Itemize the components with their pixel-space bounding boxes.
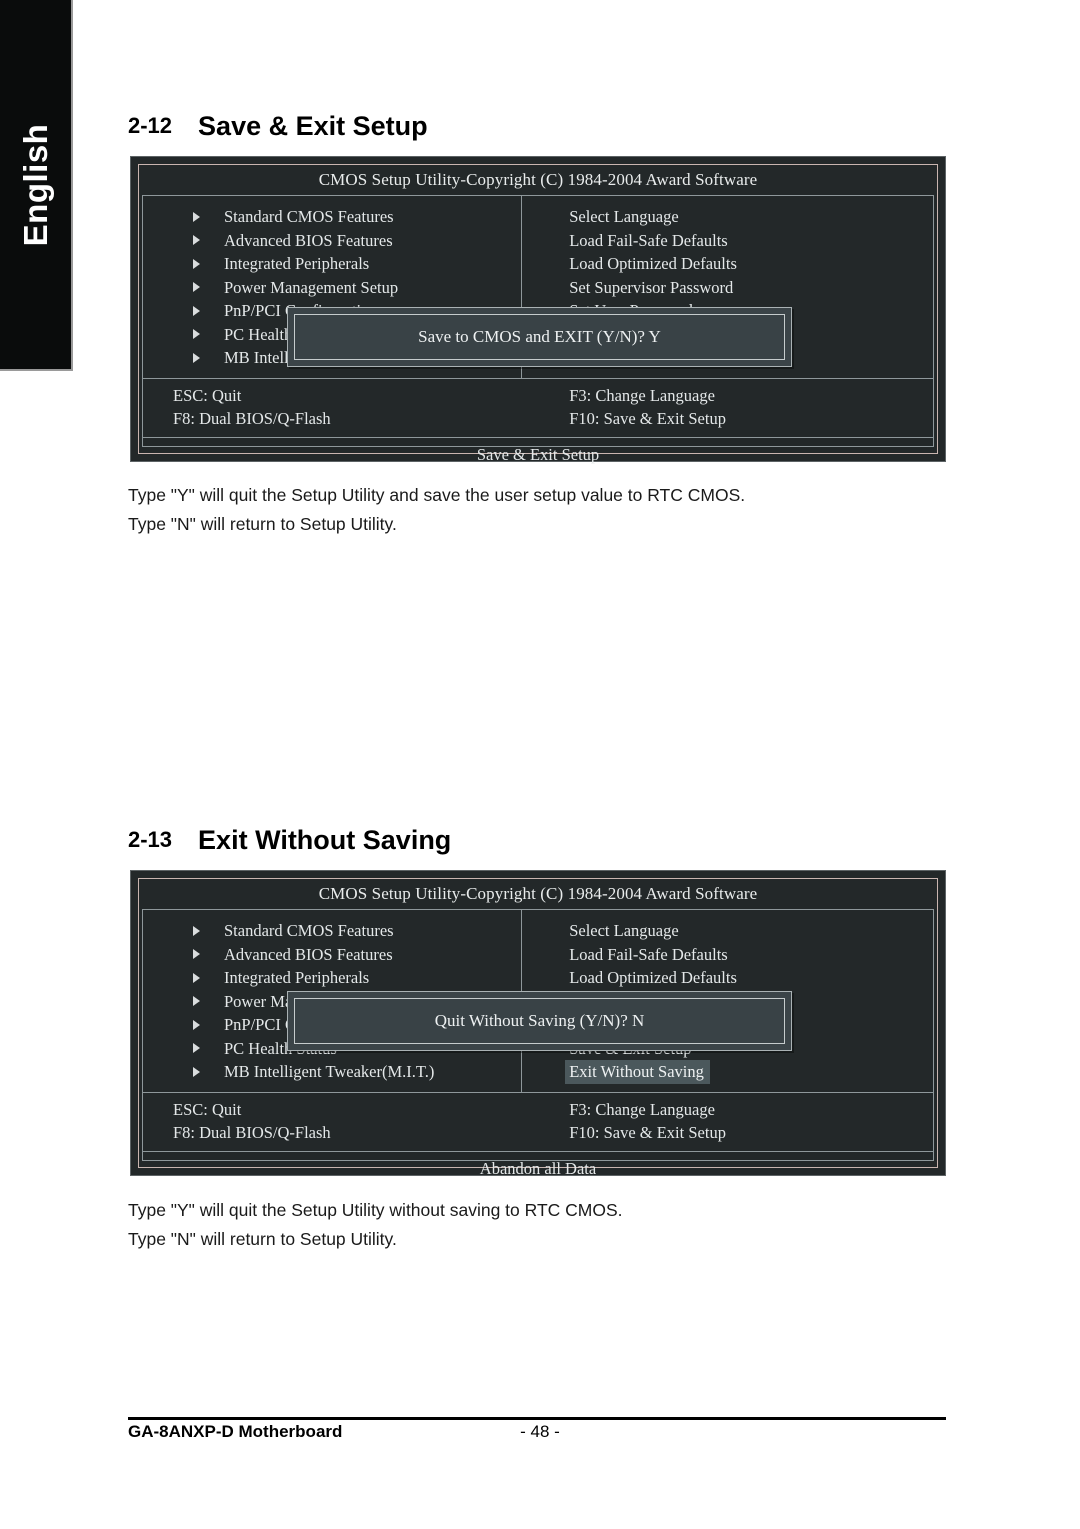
triangle-right-icon — [193, 1019, 200, 1030]
bios-key-legend: ESC: Quit F3: Change Language F8: Dual B… — [143, 1093, 933, 1152]
section-2-12-paragraph-line-2: Type "N" will return to Setup Utility. — [128, 514, 397, 534]
menu-item[interactable]: Load Optimized Defaults — [522, 252, 933, 276]
triangle-right-icon — [193, 1066, 200, 1077]
menu-item-label: Advanced BIOS Features — [224, 944, 393, 964]
menu-item-label: Load Fail-Safe Defaults — [569, 230, 728, 250]
menu-item-label: Exit Without Saving — [565, 1060, 710, 1084]
language-tab-label: English — [16, 123, 54, 246]
menu-item[interactable]: Select Language — [522, 205, 933, 229]
section-number: 2-13 — [128, 827, 173, 852]
menu-item[interactable]: Power Management Setup — [143, 276, 521, 300]
section-heading-2-13: 2-13 Exit Without Saving — [128, 825, 451, 856]
menu-item-label: Power Management Setup — [224, 277, 399, 297]
triangle-right-icon — [193, 305, 200, 316]
triangle-right-icon — [193, 1043, 200, 1054]
key-hint: F3: Change Language — [569, 1099, 715, 1119]
section-title: Save & Exit Setup — [198, 111, 428, 141]
bios-status-bar: Save & Exit Setup — [476, 444, 600, 464]
menu-item-label: Select Language — [569, 921, 679, 940]
menu-item[interactable]: Set Supervisor Password — [522, 276, 933, 300]
bios-screenshot-exit-without-saving: CMOS Setup Utility-Copyright (C) 1984-20… — [130, 870, 946, 1178]
key-hint: F8: Dual BIOS/Q-Flash — [173, 409, 331, 428]
triangle-right-icon — [193, 211, 200, 222]
menu-item[interactable]: Advanced BIOS Features — [143, 229, 521, 253]
menu-item-label: Load Optimized Defaults — [569, 254, 737, 273]
key-hint: F10: Save & Exit Setup — [569, 1123, 726, 1142]
triangle-right-icon — [193, 949, 200, 960]
bios-screenshot-save-exit: CMOS Setup Utility-Copyright (C) 1984-20… — [130, 156, 946, 464]
section-number: 2-12 — [128, 113, 173, 138]
menu-item-label: Set Supervisor Password — [569, 277, 734, 297]
menu-item[interactable]: Select Language — [522, 919, 933, 943]
menu-item[interactable]: Load Fail-Safe Defaults — [522, 943, 933, 967]
key-hint: ESC: Quit — [173, 1099, 242, 1119]
section-heading-2-12: 2-12 Save & Exit Setup — [128, 111, 428, 142]
section-2-13-paragraph-line-1: Type "Y" will quit the Setup Utility wit… — [128, 1200, 623, 1220]
triangle-right-icon — [193, 352, 200, 363]
bios-inner-frame: CMOS Setup Utility-Copyright (C) 1984-20… — [138, 164, 938, 464]
bios-key-legend: ESC: Quit F3: Change Language F8: Dual B… — [143, 379, 933, 438]
menu-item[interactable]: Load Fail-Safe Defaults — [522, 229, 933, 253]
triangle-right-icon — [193, 972, 200, 983]
confirm-dialog-save-exit[interactable]: Save to CMOS and EXIT (Y/N)? Y — [287, 307, 792, 367]
menu-item-label: Integrated Peripherals — [224, 254, 370, 273]
menu-item[interactable]: Standard CMOS Features — [143, 205, 521, 229]
language-tab-english: English — [0, 0, 73, 371]
menu-item-label: Integrated Peripherals — [224, 968, 370, 987]
menu-item-selected[interactable]: Exit Without Saving — [522, 1060, 933, 1084]
section-title: Exit Without Saving — [198, 825, 452, 855]
bios-title-bar: CMOS Setup Utility-Copyright (C) 1984-20… — [318, 884, 758, 903]
key-hint: F3: Change Language — [569, 385, 715, 405]
menu-item-label: MB Intelligent Tweaker(M.I.T.) — [224, 1062, 435, 1081]
triangle-right-icon — [193, 282, 200, 293]
menu-item-label: Load Optimized Defaults — [569, 968, 737, 987]
footer-page-number: - 48 - — [520, 1422, 560, 1441]
bios-status-bar: Abandon all Data — [479, 1158, 597, 1178]
manual-page: English 2-12 Save & Exit Setup CMOS Setup… — [0, 0, 1080, 1529]
bios-inner-frame: CMOS Setup Utility-Copyright (C) 1984-20… — [138, 878, 938, 1178]
menu-item-label: Advanced BIOS Features — [224, 230, 393, 250]
bios-title-bar: CMOS Setup Utility-Copyright (C) 1984-20… — [318, 170, 758, 189]
menu-item[interactable]: Load Optimized Defaults — [522, 966, 933, 990]
menu-item-label: Select Language — [569, 207, 679, 226]
triangle-right-icon — [193, 996, 200, 1007]
key-hint: ESC: Quit — [173, 385, 242, 405]
menu-item-label: Standard CMOS Features — [224, 921, 394, 940]
confirm-dialog-quit-without-saving[interactable]: Quit Without Saving (Y/N)? N — [287, 991, 792, 1051]
key-hint: F8: Dual BIOS/Q-Flash — [173, 1123, 331, 1142]
triangle-right-icon — [193, 925, 200, 936]
menu-item-label: Load Fail-Safe Defaults — [569, 944, 728, 964]
footer-divider — [128, 1417, 946, 1420]
menu-item[interactable]: Integrated Peripherals — [143, 252, 521, 276]
menu-item-label: Standard CMOS Features — [224, 207, 394, 226]
section-2-12-paragraph-line-1: Type "Y" will quit the Setup Utility and… — [128, 485, 746, 505]
menu-item[interactable]: MB Intelligent Tweaker(M.I.T.) — [143, 1060, 521, 1084]
key-hint: F10: Save & Exit Setup — [569, 409, 726, 428]
menu-item[interactable]: Integrated Peripherals — [143, 966, 521, 990]
section-2-13-paragraph-line-2: Type "N" will return to Setup Utility. — [128, 1229, 397, 1249]
triangle-right-icon — [193, 258, 200, 269]
menu-item[interactable]: Standard CMOS Features — [143, 919, 521, 943]
confirm-dialog-message: Save to CMOS and EXIT (Y/N)? Y — [294, 314, 785, 360]
triangle-right-icon — [193, 235, 200, 246]
confirm-dialog-message: Quit Without Saving (Y/N)? N — [294, 998, 785, 1044]
triangle-right-icon — [193, 329, 200, 340]
menu-item[interactable]: Advanced BIOS Features — [143, 943, 521, 967]
